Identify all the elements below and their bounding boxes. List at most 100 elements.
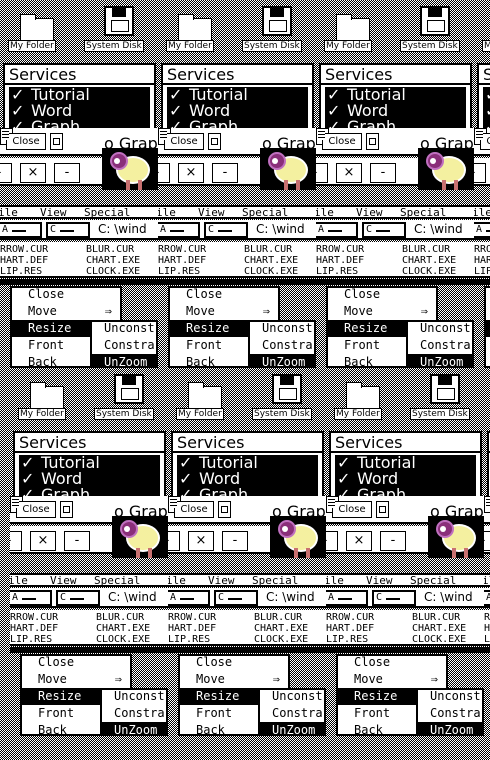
zoom-box-button[interactable]	[366, 133, 379, 150]
file-item[interactable]: HART.DEF	[474, 255, 490, 266]
file-item[interactable]: CHART.EXE	[402, 255, 456, 266]
menu-item-move[interactable]: Move⇒	[486, 303, 490, 320]
file-item[interactable]: RROW.CUR	[316, 244, 364, 255]
file-item[interactable]: LIP.RES	[168, 634, 210, 645]
folder-item[interactable]: My Folder	[176, 368, 236, 422]
menu-view[interactable]: View	[50, 575, 77, 586]
file-item[interactable]: HART.DEF	[484, 623, 490, 634]
menu-item-move[interactable]: Move⇒	[338, 671, 446, 688]
system-disk-item[interactable]: System Disk	[400, 0, 474, 54]
menu-item-move[interactable]: Move⇒	[22, 671, 130, 688]
menu-item-move[interactable]: Move⇒	[180, 671, 288, 688]
file-item[interactable]: HART.DEF	[0, 255, 48, 266]
file-item[interactable]: BLUR.CUR	[402, 244, 450, 255]
graph-control-button[interactable]: -	[484, 531, 490, 551]
graph-control-button[interactable]: -	[380, 531, 406, 551]
system-disk-item[interactable]: System Disk	[94, 368, 168, 422]
menu-ile[interactable]: ile	[316, 207, 334, 218]
zoom-box-button[interactable]	[376, 501, 389, 518]
drive-button[interactable]: A	[10, 590, 52, 606]
submenu-item-constra[interactable]: Constra	[92, 337, 156, 354]
drive-button[interactable]: A	[474, 222, 490, 238]
menu-special[interactable]: Special	[84, 207, 130, 218]
submenu-item-unconst[interactable]: Unconst	[408, 320, 472, 337]
menu-item-resize[interactable]: Resize	[486, 320, 490, 337]
submenu-item-unzoom[interactable]: UnZoom	[418, 722, 482, 736]
graph-control-button[interactable]: ×	[20, 163, 46, 183]
file-item[interactable]: HART.DEF	[10, 623, 58, 634]
menu-item-move[interactable]: Move⇒	[328, 303, 436, 320]
file-item[interactable]: CLOCK.EXE	[86, 266, 140, 277]
file-item[interactable]: BLUR.CUR	[412, 612, 460, 623]
menu-item-close[interactable]: Close	[170, 286, 278, 303]
file-item[interactable]: BLUR.CUR	[254, 612, 302, 623]
menu-ile[interactable]: ile	[0, 207, 18, 218]
drive-button[interactable]: A	[326, 590, 368, 606]
submenu-item-constra[interactable]: Constra	[102, 705, 166, 722]
graph-control-button[interactable]: -	[370, 163, 396, 183]
file-item[interactable]: RROW.CUR	[158, 244, 206, 255]
graph-control-button[interactable]: -	[316, 163, 328, 183]
file-item[interactable]: BLUR.CUR	[86, 244, 134, 255]
graph-control-button[interactable]: -	[10, 531, 22, 551]
zoom-box-button[interactable]	[50, 133, 63, 150]
menu-item-back[interactable]: Back→	[486, 354, 490, 368]
menu-ile[interactable]: ile	[326, 575, 344, 586]
submenu-item-unzoom[interactable]: UnZoom	[102, 722, 166, 736]
menu-ile[interactable]: ile	[484, 575, 490, 586]
file-item[interactable]: RROW.CUR	[10, 612, 58, 623]
graph-control-button[interactable]: -	[326, 531, 338, 551]
submenu-item-constra[interactable]: Constra	[418, 705, 482, 722]
submenu-item-constra[interactable]: Constra	[408, 337, 472, 354]
drive-button[interactable]: A	[316, 222, 358, 238]
menu-special[interactable]: Special	[400, 207, 446, 218]
zoom-box-button[interactable]	[218, 501, 231, 518]
drive-button[interactable]: A	[158, 222, 200, 238]
graph-control-button[interactable]: ×	[336, 163, 362, 183]
file-item[interactable]: LIP.RES	[0, 266, 42, 277]
submenu-item-unconst[interactable]: Unconst	[418, 688, 482, 705]
menu-ile[interactable]: ile	[158, 207, 176, 218]
file-item[interactable]: RROW.CUR	[474, 244, 490, 255]
file-item[interactable]: RROW.CUR	[326, 612, 374, 623]
folder-item[interactable]: My Folder	[324, 0, 384, 54]
graph-control-button[interactable]: -	[64, 531, 90, 551]
system-disk-item[interactable]: System Disk	[410, 368, 484, 422]
drive-button[interactable]: C	[214, 590, 258, 606]
drive-button[interactable]: A	[168, 590, 210, 606]
file-item[interactable]: CHART.EXE	[96, 623, 150, 634]
file-item[interactable]: CHART.EXE	[254, 623, 308, 634]
file-item[interactable]: CLOCK.EXE	[244, 266, 298, 277]
drive-button[interactable]: A	[484, 590, 490, 606]
graph-control-button[interactable]: -	[54, 163, 80, 183]
file-item[interactable]: RROW.CUR	[0, 244, 48, 255]
graph-control-button[interactable]: -	[474, 163, 486, 183]
submenu-item-unzoom[interactable]: UnZoom	[408, 354, 472, 368]
folder-item[interactable]: My Folder	[166, 0, 226, 54]
drive-button[interactable]: C	[56, 590, 100, 606]
file-item[interactable]: CLOCK.EXE	[254, 634, 308, 645]
menu-item-close[interactable]: Close	[22, 654, 130, 671]
menu-special[interactable]: Special	[242, 207, 288, 218]
menu-item-move[interactable]: Move⇒	[170, 303, 278, 320]
file-item[interactable]: HART.DEF	[316, 255, 364, 266]
file-item[interactable]: CLOCK.EXE	[412, 634, 466, 645]
file-item[interactable]: CHART.EXE	[86, 255, 140, 266]
menu-view[interactable]: View	[208, 575, 235, 586]
menu-ile[interactable]: ile	[10, 575, 28, 586]
graph-control-button[interactable]: ×	[178, 163, 204, 183]
file-item[interactable]: LIP.RES	[158, 266, 200, 277]
drive-button[interactable]: C	[362, 222, 406, 238]
drive-button[interactable]: C	[372, 590, 416, 606]
file-item[interactable]: BLUR.CUR	[244, 244, 292, 255]
menu-view[interactable]: View	[40, 207, 67, 218]
graph-control-button[interactable]: ×	[188, 531, 214, 551]
submenu-item-unzoom[interactable]: UnZoom	[92, 354, 156, 368]
submenu-item-unconst[interactable]: Unconst	[250, 320, 314, 337]
menu-view[interactable]: View	[198, 207, 225, 218]
menu-item-close[interactable]: Close	[180, 654, 288, 671]
file-item[interactable]: LIP.RES	[474, 266, 490, 277]
close-button[interactable]: Close	[332, 501, 372, 518]
graph-control-button[interactable]: ×	[346, 531, 372, 551]
menu-item-move[interactable]: Move⇒	[12, 303, 120, 320]
